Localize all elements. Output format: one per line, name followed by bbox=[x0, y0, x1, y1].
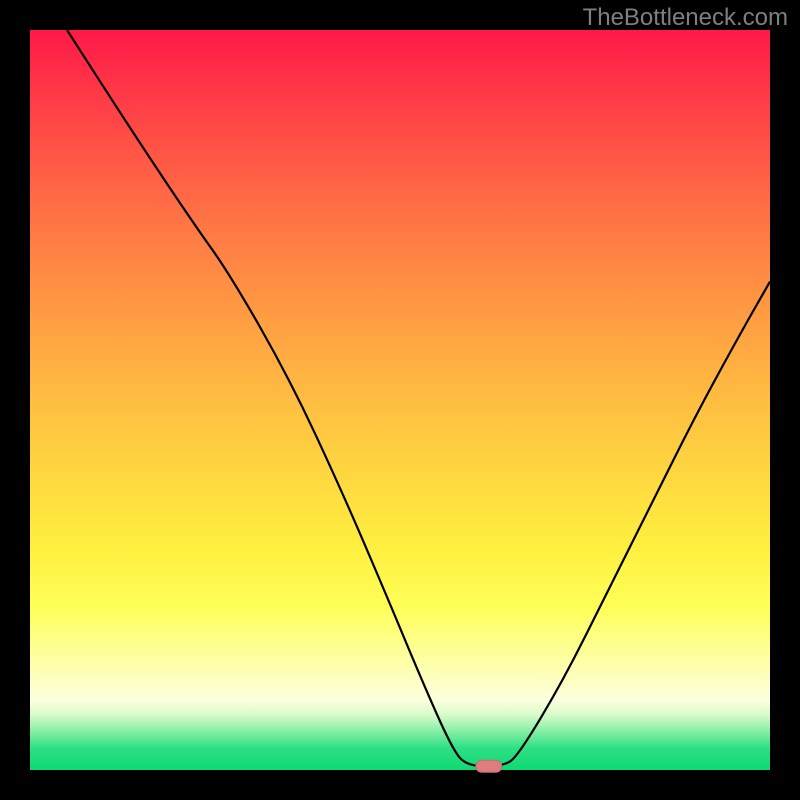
bottleneck-chart bbox=[0, 0, 800, 800]
optimal-marker bbox=[476, 760, 502, 772]
plot-background bbox=[30, 30, 770, 770]
watermark-text: TheBottleneck.com bbox=[583, 4, 788, 32]
chart-frame: TheBottleneck.com bbox=[0, 0, 800, 800]
